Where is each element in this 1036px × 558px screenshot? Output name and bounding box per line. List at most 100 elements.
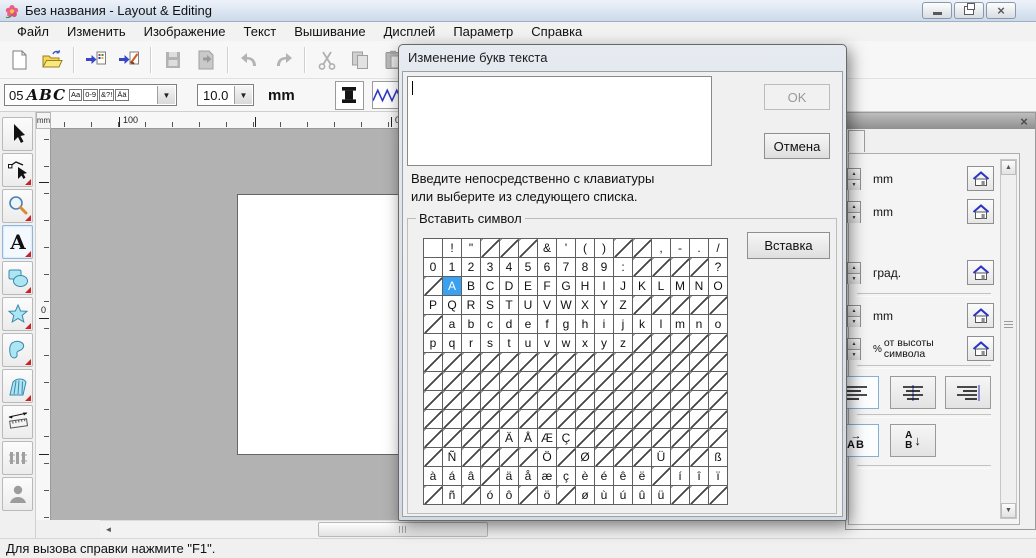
menu-item-edit[interactable]: Изменить [58, 23, 135, 40]
char-cell[interactable]: r [462, 334, 481, 353]
char-cell[interactable]: g [557, 315, 576, 334]
vertical-text-button[interactable]: AB ↓ [890, 424, 936, 457]
tool-freeform[interactable] [2, 333, 33, 367]
char-cell[interactable] [462, 410, 481, 429]
char-cell[interactable]: P [424, 296, 443, 315]
char-cell[interactable] [614, 429, 633, 448]
char-cell[interactable] [614, 448, 633, 467]
char-cell[interactable]: D [500, 277, 519, 296]
char-cell[interactable] [462, 391, 481, 410]
char-cell[interactable]: e [519, 315, 538, 334]
char-cell[interactable] [481, 429, 500, 448]
char-cell[interactable] [538, 372, 557, 391]
char-cell[interactable] [633, 448, 652, 467]
char-cell[interactable]: J [614, 277, 633, 296]
char-cell[interactable] [481, 239, 500, 258]
menu-item-text[interactable]: Текст [235, 23, 286, 40]
new-document-button[interactable] [4, 45, 34, 75]
char-cell[interactable]: N [690, 277, 709, 296]
char-cell[interactable] [690, 334, 709, 353]
char-cell[interactable]: 3 [481, 258, 500, 277]
char-cell[interactable] [633, 258, 652, 277]
font-selector[interactable]: 05 ABC Aa 0-9 &?! Ää ▼ [4, 84, 177, 106]
char-cell[interactable]: K [633, 277, 652, 296]
char-cell[interactable] [652, 429, 671, 448]
char-cell[interactable] [557, 391, 576, 410]
reset-default-button[interactable] [967, 260, 994, 285]
char-cell[interactable] [424, 353, 443, 372]
scroll-left-button[interactable]: ◄ [100, 521, 117, 538]
char-cell[interactable]: & [538, 239, 557, 258]
char-cell[interactable]: Ä [500, 429, 519, 448]
char-cell[interactable] [709, 296, 728, 315]
char-cell[interactable]: â [462, 467, 481, 486]
char-cell[interactable]: Ø [576, 448, 595, 467]
char-cell[interactable] [424, 448, 443, 467]
spinner-buttons[interactable]: ▲▼ [847, 262, 861, 284]
char-cell[interactable] [671, 372, 690, 391]
char-cell[interactable]: ø [576, 486, 595, 505]
char-cell[interactable] [690, 391, 709, 410]
char-cell[interactable]: s [481, 334, 500, 353]
restore-button[interactable] [954, 2, 984, 19]
char-cell[interactable] [709, 353, 728, 372]
char-cell[interactable] [424, 277, 443, 296]
char-cell[interactable]: F [538, 277, 557, 296]
char-cell[interactable] [614, 239, 633, 258]
char-cell[interactable] [709, 391, 728, 410]
char-cell[interactable]: Æ [538, 429, 557, 448]
char-cell[interactable] [595, 448, 614, 467]
char-cell[interactable] [481, 353, 500, 372]
char-cell[interactable]: ï [709, 467, 728, 486]
char-cell[interactable] [424, 391, 443, 410]
panel-tab[interactable] [848, 130, 865, 152]
char-cell[interactable] [633, 334, 652, 353]
char-cell[interactable]: X [576, 296, 595, 315]
char-cell[interactable]: ( [576, 239, 595, 258]
char-cell[interactable]: í [671, 467, 690, 486]
char-cell[interactable] [633, 429, 652, 448]
thread-color-button[interactable] [335, 81, 364, 110]
spinner-buttons[interactable]: ▲▼ [847, 338, 861, 360]
save-button[interactable] [158, 45, 188, 75]
char-cell[interactable] [671, 296, 690, 315]
char-cell[interactable]: Ç [557, 429, 576, 448]
char-cell[interactable]: f [538, 315, 557, 334]
tool-measure[interactable] [2, 405, 33, 439]
char-cell[interactable] [481, 467, 500, 486]
char-cell[interactable]: M [671, 277, 690, 296]
char-cell[interactable]: î [690, 467, 709, 486]
char-cell[interactable]: n [690, 315, 709, 334]
char-cell[interactable] [576, 353, 595, 372]
char-cell[interactable]: d [500, 315, 519, 334]
dropdown-arrow-icon[interactable]: ▼ [234, 86, 252, 104]
char-cell[interactable] [652, 391, 671, 410]
char-cell[interactable] [671, 258, 690, 277]
tool-point-edit[interactable] [2, 153, 33, 187]
align-center-button[interactable] [890, 376, 936, 409]
tool-stitch-view[interactable] [2, 441, 33, 475]
char-cell[interactable] [424, 486, 443, 505]
char-cell[interactable] [614, 353, 633, 372]
char-cell[interactable]: ç [557, 467, 576, 486]
char-cell[interactable]: c [481, 315, 500, 334]
char-cell[interactable]: 6 [538, 258, 557, 277]
char-cell[interactable]: ë [633, 467, 652, 486]
minimize-button[interactable] [922, 2, 952, 19]
char-cell[interactable] [519, 353, 538, 372]
char-cell[interactable]: l [652, 315, 671, 334]
char-cell[interactable] [557, 353, 576, 372]
char-cell[interactable]: 2 [462, 258, 481, 277]
char-cell[interactable]: ö [538, 486, 557, 505]
char-cell[interactable] [424, 315, 443, 334]
char-cell[interactable] [690, 448, 709, 467]
char-cell[interactable]: H [576, 277, 595, 296]
tool-select[interactable] [2, 117, 33, 151]
char-cell[interactable] [652, 410, 671, 429]
menu-item-sew[interactable]: Вышивание [285, 23, 374, 40]
char-cell[interactable] [576, 429, 595, 448]
char-cell[interactable]: 5 [519, 258, 538, 277]
char-cell[interactable] [614, 410, 633, 429]
char-cell[interactable]: m [671, 315, 690, 334]
char-cell[interactable] [633, 239, 652, 258]
